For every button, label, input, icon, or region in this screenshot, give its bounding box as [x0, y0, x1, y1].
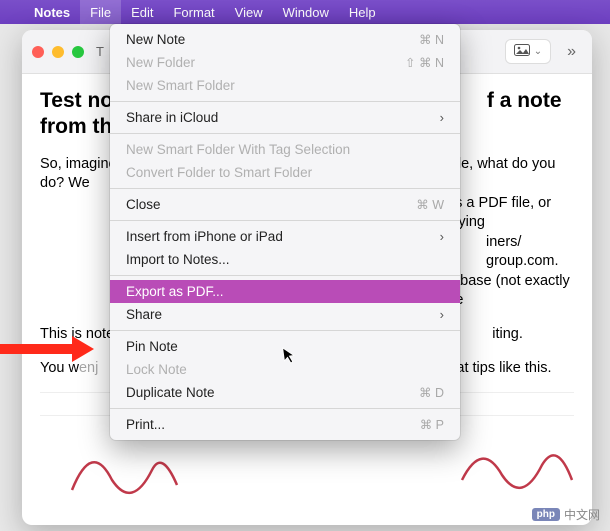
window-title: T — [96, 44, 104, 59]
menu-item-share[interactable]: Share › — [110, 303, 460, 326]
menubar: Notes File Edit Format View Window Help — [0, 0, 610, 24]
menu-separator — [110, 133, 460, 134]
chevron-right-icon: › — [440, 307, 444, 322]
menu-item-label: New Smart Folder — [126, 78, 235, 93]
menu-item-close[interactable]: Close ⌘ W — [110, 193, 460, 216]
menu-item-new-smart-folder: New Smart Folder — [110, 74, 460, 97]
chevron-right-icon: › — [440, 110, 444, 125]
menubar-window[interactable]: Window — [273, 0, 339, 24]
file-menu-dropdown: New Note ⌘ N New Folder ⇧ ⌘ N New Smart Fold… — [110, 24, 460, 440]
menu-separator — [110, 330, 460, 331]
zoom-icon[interactable] — [72, 46, 84, 58]
menu-item-label: Insert from iPhone or iPad — [126, 229, 283, 244]
watermark: php 中文网 — [532, 506, 600, 523]
menu-item-label: Import to Notes... — [126, 252, 230, 267]
menu-separator — [110, 275, 460, 276]
overflow-icon[interactable]: » — [561, 43, 582, 61]
menubar-edit[interactable]: Edit — [121, 0, 163, 24]
menubar-file[interactable]: File — [80, 0, 121, 24]
menu-item-label: Close — [126, 197, 161, 212]
minimize-icon[interactable] — [52, 46, 64, 58]
annotation-arrow — [0, 338, 95, 360]
menu-item-label: Duplicate Note — [126, 385, 215, 400]
menubar-help[interactable]: Help — [339, 0, 386, 24]
menu-item-label: Convert Folder to Smart Folder — [126, 165, 312, 180]
menu-item-label: Pin Note — [126, 339, 178, 354]
menu-shortcut: ⌘ N — [419, 32, 444, 47]
menu-separator — [110, 101, 460, 102]
menu-item-label: Lock Note — [126, 362, 187, 377]
menu-item-convert-folder-to-smart-folder: Convert Folder to Smart Folder — [110, 161, 460, 184]
menu-item-print[interactable]: Print... ⌘ P — [110, 413, 460, 436]
menubar-format[interactable]: Format — [163, 0, 224, 24]
menu-item-label: New Note — [126, 32, 185, 47]
close-icon[interactable] — [32, 46, 44, 58]
menu-item-label: Share — [126, 307, 162, 322]
menu-item-export-as-pdf[interactable]: Export as PDF... — [110, 280, 460, 303]
menu-separator — [110, 188, 460, 189]
menu-item-new-smart-folder-with-tag-selection: New Smart Folder With Tag Selection — [110, 138, 460, 161]
media-button[interactable]: ⌄ — [505, 39, 551, 64]
menu-item-label: Export as PDF... — [126, 284, 224, 299]
menu-item-label: New Smart Folder With Tag Selection — [126, 142, 350, 157]
traffic-lights — [32, 46, 84, 58]
cursor-icon — [282, 345, 299, 369]
menu-separator — [110, 408, 460, 409]
menubar-app[interactable]: Notes — [24, 0, 80, 24]
menu-shortcut: ⌘ P — [420, 417, 444, 432]
menu-item-label: Share in iCloud — [126, 110, 218, 125]
chevron-right-icon: › — [440, 229, 444, 244]
menu-item-label: New Folder — [126, 55, 195, 70]
menu-shortcut: ⌘ D — [419, 385, 444, 400]
php-logo: php — [532, 508, 560, 521]
image-icon — [514, 44, 530, 59]
menu-item-new-folder: New Folder ⇧ ⌘ N — [110, 51, 460, 74]
menu-item-import-to-notes[interactable]: Import to Notes... — [110, 248, 460, 271]
menu-separator — [110, 220, 460, 221]
menu-shortcut: ⇧ ⌘ N — [405, 55, 444, 70]
chevron-down-icon: ⌄ — [534, 46, 542, 57]
menu-shortcut: ⌘ W — [416, 197, 444, 212]
menu-item-share-in-icloud[interactable]: Share in iCloud › — [110, 106, 460, 129]
menu-item-new-note[interactable]: New Note ⌘ N — [110, 28, 460, 51]
menu-item-label: Print... — [126, 417, 165, 432]
menu-item-duplicate-note[interactable]: Duplicate Note ⌘ D — [110, 381, 460, 404]
menu-item-insert-from-iphone-or-ipad[interactable]: Insert from iPhone or iPad › — [110, 225, 460, 248]
menubar-view[interactable]: View — [225, 0, 273, 24]
